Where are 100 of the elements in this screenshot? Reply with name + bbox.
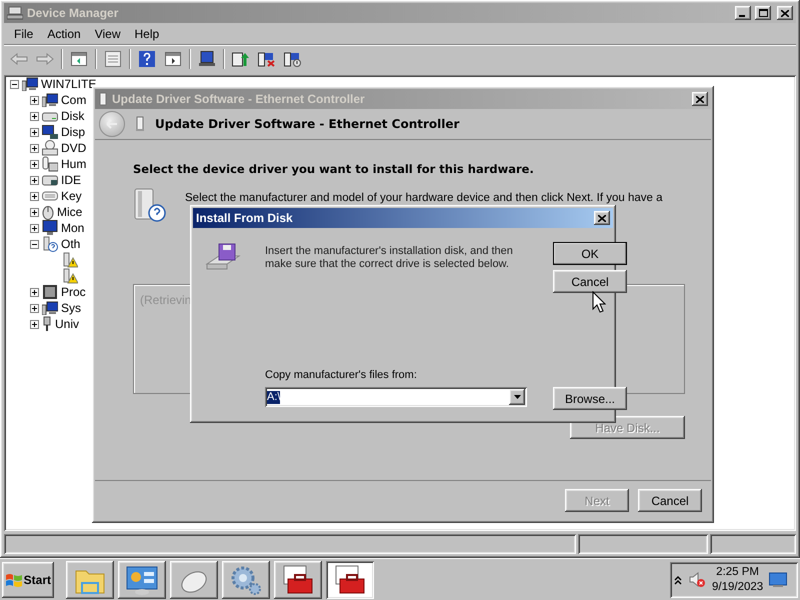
wizard-heading: Update Driver Software - Ethernet Controller [155,117,460,131]
muted-speaker-icon [688,572,706,588]
gears-icon [230,564,262,594]
warning-device-icon [62,268,78,284]
instruction-text: Insert the manufacturer's installation disk, and then make sure that the correct drive is selected below. [265,244,514,272]
expand-icon[interactable] [30,224,39,232]
windows-logo-icon [5,572,22,588]
controller-icon [42,174,58,186]
taskbar-button[interactable] [274,560,322,598]
toolbox-icon [282,564,314,594]
pane-icon [165,52,181,66]
cancel-button[interactable]: Cancel [553,270,627,293]
expand-icon[interactable] [30,112,39,120]
tree-item[interactable]: Com [61,93,86,107]
properties-icon [105,50,121,66]
device-manager-icon [7,6,23,20]
close-icon [781,10,789,16]
mouse-pointer-icon [592,291,606,313]
expand-icon[interactable] [30,304,39,312]
install-disk-icon [205,242,241,272]
expand-icon[interactable] [30,288,39,296]
menu-item[interactable]: Help [128,24,166,42]
tree-item[interactable]: Disk [61,109,84,123]
dvd-drive-icon [42,140,58,156]
network-adapter-icon [135,116,145,132]
expand-icon[interactable] [30,320,39,328]
ok-button[interactable]: OK [553,242,627,265]
warning-device-icon [62,252,78,268]
instruction-text: Select the device driver you want to install for this hardware. [133,162,535,176]
toolbox-icon [334,564,366,594]
taskbar-button[interactable] [118,560,166,598]
tree-item[interactable]: Mice [57,205,82,219]
close-icon [696,96,704,102]
expand-icon[interactable] [30,176,39,184]
menu-item[interactable]: Action [41,24,87,42]
uninstall-icon [258,50,276,66]
close-button[interactable] [594,211,610,225]
taskbar-button[interactable] [222,560,270,598]
start-button[interactable]: Start [2,562,54,598]
tree-item[interactable]: Mon [61,221,84,235]
back-button[interactable] [99,111,125,137]
collapse-icon[interactable] [10,80,19,88]
menu-item[interactable]: View [88,24,126,42]
show-desktop-icon [769,572,788,588]
window-title: Update Driver Software - Ethernet Controller [112,92,366,106]
usb-plug-icon [42,316,52,332]
maximize-icon [758,9,768,17]
tree-item[interactable]: IDE [61,173,82,187]
expand-icon[interactable] [30,192,39,200]
browse-button[interactable]: Browse... [553,387,627,410]
processor-icon [42,284,58,300]
forward-arrow-icon [36,52,54,64]
close-button[interactable] [692,92,708,106]
window-title: Device Manager [27,6,120,20]
network-adapter-icon [98,92,108,106]
back-arrow-icon [10,52,28,64]
device-question-icon [133,188,167,222]
tree-item[interactable]: Disp [61,125,86,139]
expand-icon[interactable] [30,160,39,168]
update-driver-icon [232,50,250,66]
tree-item[interactable]: Sys [61,301,82,315]
taskbar-button[interactable] [170,560,218,598]
monitor-icon [198,50,216,66]
computer-icon [22,77,38,91]
close-button[interactable] [777,6,793,20]
expand-icon[interactable] [30,208,39,216]
tree-item[interactable]: Oth [61,237,80,251]
expand-icon[interactable] [30,96,39,104]
input-device-icon [42,156,58,172]
keyboard-icon [42,191,58,201]
taskbar-button[interactable] [66,560,114,598]
mouse-icon [42,204,54,220]
tree-item[interactable]: Key [61,189,82,203]
clock-time: 2:25 PM [716,564,759,580]
dropdown-button[interactable] [509,389,525,405]
tree-item[interactable]: Hum [61,157,86,171]
dropdown-arrow-icon [514,395,520,399]
close-icon [598,214,606,222]
computer-icon [42,93,58,107]
path-combo-box[interactable]: A:\ [265,387,527,407]
expand-icon[interactable] [30,144,39,152]
tree-item[interactable]: Univ [55,317,80,331]
disk-drive-icon [42,110,58,122]
expand-icon[interactable] [30,128,39,136]
description-text: Select the manufacturer and model of your hardware device and then click Next. If you have a [185,191,663,204]
unknown-device-icon [42,236,58,252]
minimize-button[interactable] [735,6,751,20]
display-adapter-icon [42,124,58,140]
tree-item[interactable]: DVD [61,141,86,155]
dialog-title: Install From Disk [196,211,294,225]
back-arrow-icon [106,119,118,129]
cancel-button[interactable]: Cancel [638,489,702,512]
disable-device-icon [284,50,302,66]
monitor-icon [42,220,58,236]
collapse-icon[interactable] [30,240,39,248]
tree-item[interactable]: Proc [61,285,86,299]
taskbar-button[interactable] [326,560,374,598]
maximize-button[interactable] [755,6,771,20]
tree-item[interactable]: WIN7LITE [41,77,96,91]
menu-item[interactable]: File [8,24,40,42]
